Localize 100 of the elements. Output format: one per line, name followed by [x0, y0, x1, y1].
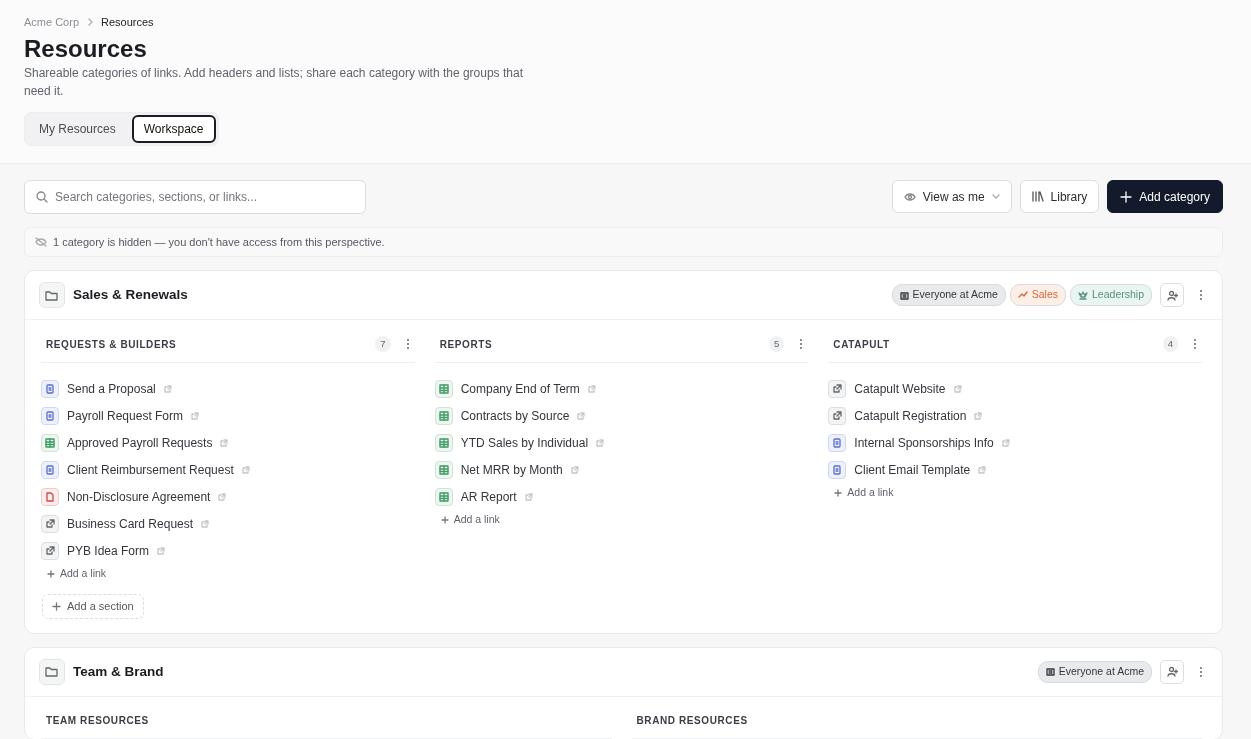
plus-icon [52, 601, 61, 611]
eye-off-icon [35, 236, 47, 247]
chevron-icon [87, 18, 94, 27]
crown-icon [1078, 290, 1089, 300]
external-link-icon [201, 519, 210, 528]
external-link-icon [570, 465, 579, 474]
person-plus-icon [1166, 289, 1178, 301]
tab[interactable]: Workspace [131, 114, 216, 143]
breadcrumb-current: Resources [101, 15, 154, 30]
folder-icon [39, 658, 65, 685]
resource-link[interactable]: Non-Disclosure Agreement [67, 487, 211, 506]
resource-link[interactable]: Approved Payroll Requests [67, 433, 213, 452]
resource-link[interactable]: Payroll Request Form [67, 406, 184, 425]
search-field[interactable]: Search categories, sections, or links... [24, 179, 366, 214]
external-link-icon [524, 492, 533, 501]
caret-icon [991, 193, 1000, 200]
share-button[interactable] [1160, 659, 1184, 684]
library-button[interactable]: Library [1019, 180, 1100, 214]
file-icon [41, 487, 59, 506]
plus-icon [440, 516, 449, 525]
add-section-button[interactable]: Add a section [42, 594, 144, 619]
folder-icon [39, 282, 65, 309]
external-link-icon [191, 411, 200, 420]
tab[interactable]: My Resources [27, 114, 128, 143]
resource-link[interactable]: Catapult Registration [854, 406, 967, 425]
resource-link[interactable]: Send a Proposal [67, 379, 156, 398]
building-icon [1045, 667, 1055, 677]
add-link-button[interactable]: Add a link [828, 483, 900, 504]
section-title: BRAND RESOURCES [636, 713, 748, 728]
page-description: Shareable categories of links. Add headers and lists; share each category with the groups that need it. [24, 64, 524, 100]
section-title: REPORTS [439, 337, 493, 352]
resource-link[interactable]: Business Card Request [67, 514, 194, 533]
plus-icon [834, 489, 843, 498]
section-title: TEAM RESOURCES [46, 713, 149, 728]
kebab-icon [1199, 289, 1203, 302]
audience-tag: Sales [1009, 284, 1067, 307]
external-link-icon [41, 514, 59, 533]
table-icon [434, 406, 453, 425]
table-icon [434, 433, 453, 452]
share-button[interactable] [1160, 283, 1184, 308]
kebab-icon [405, 338, 410, 351]
add-link-button[interactable]: Add a link [41, 564, 113, 585]
library-icon [1031, 191, 1044, 203]
external-link-icon [828, 406, 847, 425]
table-icon [434, 379, 453, 398]
doc-icon [828, 460, 847, 479]
external-link-icon [978, 465, 987, 474]
table-icon [434, 487, 453, 506]
audience-tag: Everyone at Acme [1037, 660, 1152, 683]
resource-link[interactable]: Client Email Template [854, 460, 971, 479]
link-count: 4 [1162, 336, 1178, 353]
page-title: Resources [24, 33, 148, 64]
resource-link[interactable]: YTD Sales by Individual [460, 433, 589, 452]
search-icon [36, 190, 48, 203]
external-link-icon [1001, 438, 1010, 447]
doc-icon [41, 379, 59, 398]
eye-icon [903, 191, 916, 202]
resource-link[interactable]: Net MRR by Month [460, 460, 563, 479]
resource-link[interactable]: Company End of Term [460, 379, 580, 398]
external-link-icon [241, 465, 250, 474]
plus-icon [1120, 190, 1133, 203]
external-link-icon [974, 411, 983, 420]
external-link-icon [953, 384, 962, 393]
external-link-icon [157, 546, 166, 555]
building-icon [899, 290, 909, 300]
external-link-icon [828, 379, 847, 398]
view-as-dropdown[interactable]: View as me [891, 180, 1012, 214]
section-title: CATAPULT [833, 337, 890, 352]
external-link-icon [587, 384, 596, 393]
doc-icon [828, 433, 847, 452]
add-link-button[interactable]: Add a link [434, 510, 506, 531]
resource-link[interactable]: Internal Sponsorships Info [854, 433, 994, 452]
hidden-notice: 1 category is hidden — you don't have access from this perspective. [53, 234, 385, 250]
link-count: 7 [375, 336, 391, 353]
resource-link[interactable]: Catapult Website [854, 379, 946, 398]
external-link-icon [577, 411, 586, 420]
plus-icon [47, 570, 55, 579]
external-link-icon [163, 384, 172, 393]
person-plus-icon [1166, 666, 1178, 678]
resource-link[interactable]: Client Reimbursement Request [67, 460, 234, 479]
external-link-icon [220, 438, 229, 447]
table-icon [41, 433, 59, 452]
table-icon [434, 460, 453, 479]
resource-link[interactable]: AR Report [460, 487, 517, 506]
resource-link[interactable]: Contracts by Source [460, 406, 570, 425]
kebab-icon [1199, 665, 1203, 678]
external-link-icon [41, 541, 59, 560]
doc-icon [41, 406, 59, 425]
section-title: REQUESTS & BUILDERS [46, 337, 177, 352]
resource-link[interactable]: PYB Idea Form [67, 541, 150, 560]
kebab-icon [799, 338, 804, 351]
link-count: 5 [769, 336, 785, 353]
category-title: Sales & Renewals [73, 286, 188, 305]
audience-tag: Everyone at Acme [891, 284, 1006, 307]
category-title: Team & Brand [73, 662, 164, 681]
external-link-icon [596, 438, 605, 447]
external-link-icon [218, 492, 227, 501]
doc-icon [41, 460, 59, 479]
add-category-button[interactable]: Add category [1107, 180, 1223, 214]
trend-icon [1017, 291, 1028, 300]
